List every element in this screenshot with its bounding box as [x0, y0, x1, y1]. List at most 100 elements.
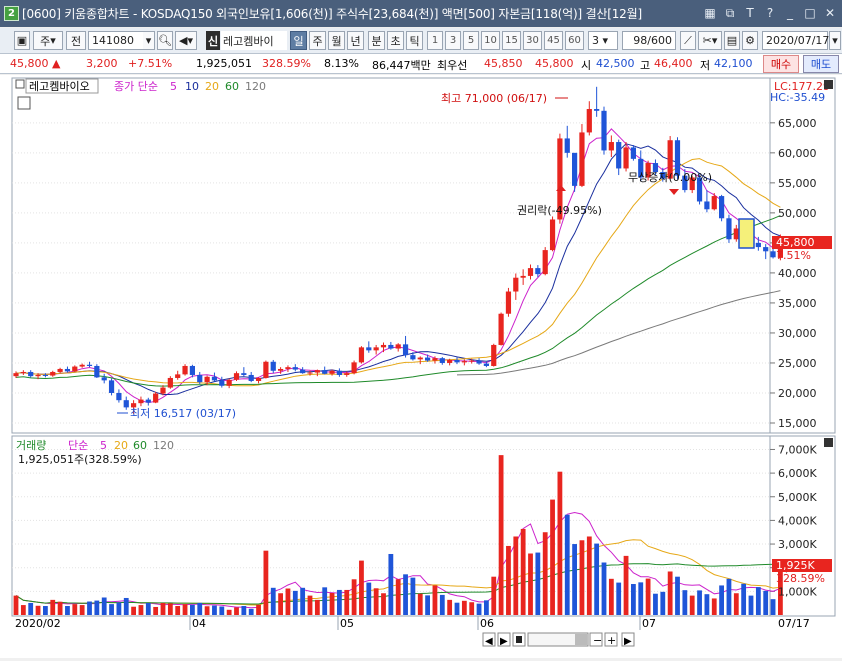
title-icons: ▦ ⧉ T ? _ □ ✕ [702, 5, 838, 21]
pin-icon[interactable]: T [742, 5, 758, 21]
minute-45[interactable]: 45 [544, 31, 563, 50]
candle-body [79, 364, 85, 367]
minute-60[interactable]: 60 [565, 31, 584, 50]
scroll-thumb[interactable] [575, 634, 587, 645]
minute-5[interactable]: 5 [463, 31, 479, 50]
credit-badge: 신 [206, 31, 220, 50]
vol-legend-ma60: 60 [133, 439, 147, 452]
period-day[interactable]: 일 [290, 31, 307, 50]
volume-bar [344, 589, 350, 615]
scroll-left-icon: ◀ [485, 636, 493, 647]
current-pct-label: 7.51% [776, 249, 811, 262]
chart-svg[interactable]: 65,00060,00055,00050,00045,00040,00035,0… [0, 75, 842, 658]
volume-bar [131, 606, 136, 615]
minute-15[interactable]: 15 [502, 31, 521, 50]
candle-body [263, 361, 269, 378]
candle-body [13, 373, 19, 377]
price-tick-label: 25,000 [778, 357, 817, 370]
hc-label: HC:-35.49 [770, 91, 825, 104]
interval-input[interactable]: 3 ▾ [588, 31, 618, 50]
volume-bar [256, 604, 261, 615]
candle-body [285, 367, 291, 369]
sound-icon[interactable]: ◀▾ [175, 31, 197, 50]
panel-close-icon[interactable] [824, 80, 833, 89]
price-tick-label: 35,000 [778, 297, 817, 310]
volume-bar [491, 576, 497, 615]
volume-bar [307, 595, 313, 615]
period-minute[interactable]: 분 [368, 31, 385, 50]
date-dropdown-icon[interactable]: ▾ [829, 31, 841, 50]
volume-bar [564, 514, 570, 615]
volume-bar [388, 553, 394, 615]
layout-icon[interactable]: ▣ [14, 31, 30, 50]
candle-body [711, 196, 717, 210]
minute-10[interactable]: 10 [481, 31, 500, 50]
current-box [738, 218, 755, 249]
gear-icon[interactable]: ⚙ [742, 31, 758, 50]
type-select[interactable]: 주 ▾ [33, 31, 63, 50]
buy-button[interactable]: 매수 [763, 55, 799, 73]
volume-bar [329, 593, 335, 615]
volume-bar [601, 562, 607, 615]
volume-bar [631, 584, 636, 615]
candle-body [307, 372, 313, 374]
prev-button[interactable]: 전 [66, 31, 86, 50]
code-dropdown-icon[interactable]: ▾ [143, 31, 155, 50]
candle-body [300, 369, 306, 374]
maximize-icon[interactable]: □ [802, 5, 818, 21]
volume-bar [748, 595, 754, 615]
minute-1[interactable]: 1 [427, 31, 443, 50]
volume-bar [123, 597, 129, 615]
period-second[interactable]: 초 [387, 31, 404, 50]
candle-body [20, 371, 26, 374]
help-icon[interactable]: ? [762, 5, 778, 21]
candle-body [373, 347, 379, 351]
volume-bar [337, 589, 342, 615]
period-month[interactable]: 월 [328, 31, 345, 50]
table-icon[interactable] [17, 96, 31, 110]
chart-area[interactable]: 65,00060,00055,00050,00045,00040,00035,0… [0, 75, 842, 658]
minute-3[interactable]: 3 [445, 31, 461, 50]
volume-bar [439, 594, 445, 615]
close-icon[interactable]: ✕ [822, 5, 838, 21]
period-year[interactable]: 년 [347, 31, 364, 50]
volume-bar [425, 595, 430, 615]
volume-bar [278, 593, 283, 615]
search-icon[interactable]: 🔍︎ [157, 31, 173, 50]
volume-bar [476, 603, 482, 615]
quote-change-pct: +7.51% [128, 57, 173, 70]
candle-body [586, 109, 592, 133]
minimize-icon[interactable]: _ [782, 5, 798, 21]
chart-settings-icon[interactable]: ⟋ [680, 31, 696, 50]
candle-body [395, 344, 401, 349]
restore-icon[interactable]: ⧉ [722, 5, 738, 21]
sell-button[interactable]: 매도 [803, 55, 839, 73]
count-input[interactable]: 98/600 [622, 31, 676, 50]
period-tick[interactable]: 틱 [406, 31, 423, 50]
save-icon[interactable]: ▤ [724, 31, 740, 50]
date-input[interactable]: 2020/07/17 [762, 31, 829, 50]
candle-body [770, 251, 776, 258]
volume-bar [675, 576, 680, 615]
tools-icon[interactable]: ✂▾ [698, 31, 722, 50]
candle-body [197, 374, 203, 383]
volume-close-icon[interactable] [824, 438, 833, 447]
candle-body [402, 344, 409, 356]
volume-bar [528, 553, 533, 615]
volume-bar [153, 606, 159, 615]
period-week[interactable]: 주 [309, 31, 326, 50]
volume-bar [160, 602, 166, 615]
candle-body [564, 138, 570, 153]
candle-body [175, 374, 181, 378]
volume-bar [513, 536, 519, 615]
candle-body [160, 387, 166, 394]
minute-30[interactable]: 30 [523, 31, 542, 50]
volume-bar [461, 600, 467, 615]
candle-body [417, 357, 423, 360]
grid-icon[interactable]: ▦ [702, 5, 718, 21]
volume-bar [550, 499, 555, 615]
candle-body [314, 370, 320, 373]
candle-body [322, 370, 328, 374]
quote-open-label: 시 [581, 59, 592, 72]
price-tick-label: 50,000 [778, 207, 817, 220]
